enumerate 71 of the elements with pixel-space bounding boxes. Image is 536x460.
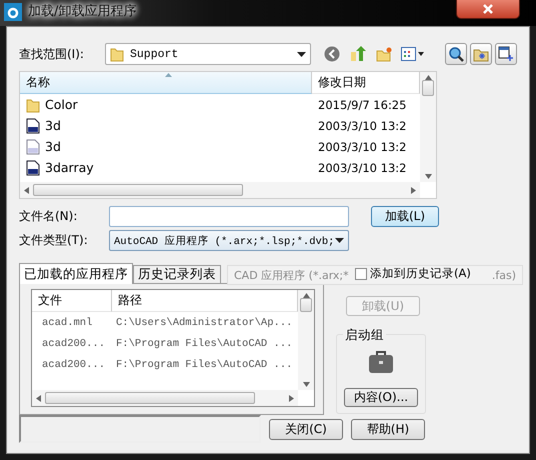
vertical-scrollbar[interactable] xyxy=(298,290,314,390)
file-list-item[interactable]: 3d xyxy=(20,118,312,134)
scroll-right-icon xyxy=(289,394,294,402)
file-cell[interactable]: acad200... xyxy=(32,358,112,370)
file-type-dropdown[interactable]: AutoCAD 应用程序 (*.arx;*.lsp;*.dvb; xyxy=(109,230,349,251)
file-type-label: 文件类型(T): xyxy=(19,232,89,249)
vertical-scrollbar[interactable] xyxy=(420,72,436,182)
look-in-label: 查找范围(I): xyxy=(19,46,85,62)
dropdown-arrow-icon xyxy=(335,238,344,243)
date-cell-text: 2015/9/7 16:25 xyxy=(317,98,408,112)
checkbox-label: 添加到历史记录(A) xyxy=(370,266,471,281)
date-cell-text: 2003/3/10 13:2 xyxy=(317,160,408,174)
column-header[interactable]: 路径 xyxy=(112,290,298,312)
help-button[interactable]: 帮助(H) xyxy=(351,418,425,440)
column-header[interactable]: 修改日期 xyxy=(312,72,420,94)
window-star-icon xyxy=(498,46,514,62)
search-button[interactable] xyxy=(445,43,467,65)
close-dialog-button[interactable]: 关闭(C) xyxy=(269,418,343,440)
history-checkbox[interactable] xyxy=(355,268,367,280)
file-list-item[interactable]: 3d xyxy=(20,138,312,154)
tab[interactable]: 历史记录列表 xyxy=(133,265,221,284)
path-cell-text: C:\Users\Administrator\Ap... xyxy=(115,316,294,328)
window-title: 加载/卸载应用程序 xyxy=(28,3,136,21)
file-cell[interactable]: acad.mnl xyxy=(32,316,112,328)
briefcase-icon xyxy=(367,349,395,375)
file-list-item[interactable]: 3darray xyxy=(20,160,312,176)
folder-icon xyxy=(26,96,40,112)
scroll-right-icon xyxy=(411,186,416,194)
path-cell-text: F:\Program Files\AutoCAD ... xyxy=(115,338,294,350)
group-title: 启动组 xyxy=(343,327,386,344)
date-cell-text: 2003/3/10 13:2 xyxy=(317,118,408,132)
scroll-down-icon xyxy=(302,382,310,387)
add-favorite-button[interactable] xyxy=(495,43,517,65)
horizontal-scrollbar[interactable] xyxy=(32,390,298,406)
app-icon xyxy=(4,3,22,21)
favorites-button[interactable] xyxy=(470,43,492,65)
scroll-left-icon xyxy=(24,186,29,194)
sort-arrow-icon xyxy=(165,73,172,77)
file-list-item[interactable]: Color xyxy=(20,96,312,112)
search-icon xyxy=(448,46,464,62)
folder-up-icon xyxy=(350,46,366,62)
scroll-down-icon xyxy=(424,174,432,179)
path-cell-text: F:\Program Files\AutoCAD ... xyxy=(115,358,294,370)
tab[interactable]: 已加载的应用程序 xyxy=(19,263,133,284)
file-name-label: 文件名(N): xyxy=(19,208,78,225)
file-cell[interactable]: acad200... xyxy=(32,338,112,350)
tooltip-text: .fas) xyxy=(492,268,516,282)
horizontal-scrollbar[interactable] xyxy=(20,182,420,198)
load-button[interactable]: 加载(L) xyxy=(371,206,439,227)
look-in-dropdown[interactable]: Support xyxy=(105,43,311,65)
scrollbar-thumb[interactable] xyxy=(33,184,243,196)
column-header[interactable]: 名称 xyxy=(20,72,312,94)
fas-file-icon xyxy=(26,118,40,134)
close-button[interactable] xyxy=(456,0,520,19)
folder-icon xyxy=(110,46,124,62)
scrollbar-thumb[interactable] xyxy=(300,298,312,312)
close-icon xyxy=(483,4,493,14)
file-name-field[interactable] xyxy=(109,206,349,227)
scrollbar-thumb[interactable] xyxy=(422,80,434,96)
look-in-value: Support xyxy=(130,48,178,60)
scroll-left-icon xyxy=(36,394,41,402)
fas-file-icon xyxy=(26,160,40,176)
lsp-file-icon xyxy=(26,138,40,154)
new-folder-icon xyxy=(376,46,392,62)
scrollbar-thumb[interactable] xyxy=(45,392,255,404)
view-menu-icon xyxy=(401,47,425,61)
tooltip-text: CAD 应用程序 (*.arx;* xyxy=(234,268,349,282)
contents-button[interactable]: 内容(O)... xyxy=(344,388,418,407)
column-header[interactable]: 文件 xyxy=(32,290,112,312)
dropdown-arrow-icon xyxy=(297,52,306,56)
date-cell-text: 2003/3/10 13:2 xyxy=(317,140,408,154)
